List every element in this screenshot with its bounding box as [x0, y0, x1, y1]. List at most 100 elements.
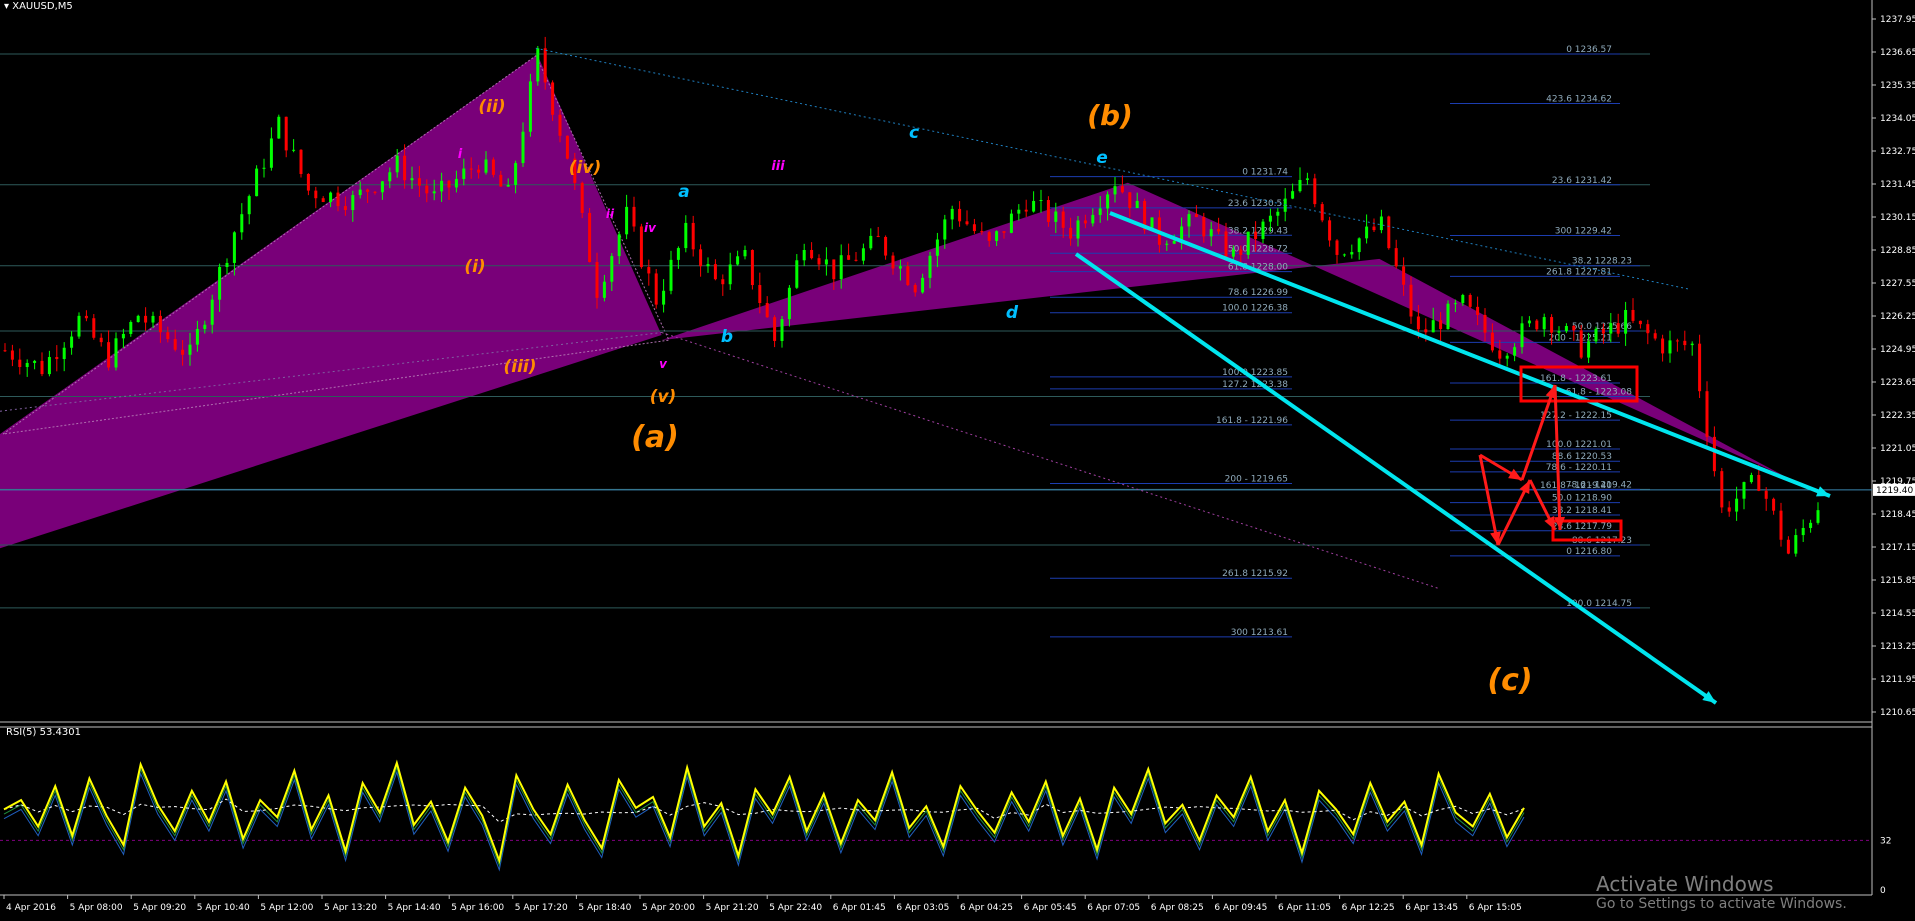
candle-body	[1779, 510, 1783, 540]
candle-body	[662, 290, 666, 305]
candle-body	[373, 191, 377, 193]
price-tick-label: 1236.65	[1880, 48, 1915, 58]
candle-body	[477, 169, 481, 173]
candle-body	[203, 324, 207, 329]
candle-body	[588, 212, 592, 263]
price-tick-label: 1218.45	[1880, 510, 1915, 520]
candle-body	[306, 173, 310, 191]
wave-label: e	[1096, 148, 1108, 168]
candle-body	[1017, 209, 1021, 214]
candle-body	[995, 231, 999, 241]
price-tick-label: 1213.25	[1880, 642, 1915, 652]
candle-body	[40, 360, 44, 375]
candle-body	[1187, 214, 1191, 227]
time-tick-label: 6 Apr 09:45	[1214, 903, 1267, 913]
time-tick-label: 5 Apr 22:40	[769, 903, 822, 913]
candle-body	[1239, 249, 1243, 255]
candle-body	[1505, 355, 1509, 359]
candle-body	[898, 266, 902, 269]
candle-body	[366, 189, 370, 192]
candle-body	[62, 347, 66, 360]
candle-body	[1120, 186, 1124, 193]
candle-body	[1032, 200, 1036, 212]
time-tick-label: 5 Apr 18:40	[578, 903, 631, 913]
candle-body	[1764, 490, 1768, 499]
candle-body	[25, 362, 29, 368]
candle-body	[225, 262, 229, 268]
candle-body	[314, 190, 318, 199]
candle-body	[144, 315, 148, 323]
wave-label: i	[458, 147, 463, 162]
fib-label: 100.0 1226.38	[1222, 304, 1288, 314]
time-tick-label: 6 Apr 08:25	[1151, 903, 1204, 913]
candle-body	[121, 333, 125, 339]
candle-body	[173, 339, 177, 350]
candle-body	[1246, 231, 1250, 255]
candle-body	[336, 192, 340, 207]
candle-body	[773, 317, 777, 341]
time-tick-label: 6 Apr 05:45	[1024, 903, 1077, 913]
candle-body	[410, 178, 414, 181]
candle-body	[1535, 320, 1539, 330]
candle-body	[395, 155, 399, 173]
candle-body	[691, 222, 695, 250]
candle-body	[758, 285, 762, 303]
pattern-trendline	[661, 332, 1441, 590]
candle-body	[1416, 316, 1420, 330]
price-tick-label: 1237.95	[1880, 15, 1915, 25]
price-chart[interactable]: 0 1236.57 423.6 1234.62 23.6 1231.42 0 1231…	[0, 0, 1915, 921]
candle-body	[810, 249, 814, 259]
candle-body	[1735, 498, 1739, 512]
fib-label: 423.6 1234.62	[1546, 95, 1612, 105]
candle-body	[1668, 340, 1672, 354]
wave-label: d	[1006, 303, 1019, 323]
candle-body	[676, 248, 680, 260]
price-tick-label: 1227.55	[1880, 279, 1915, 289]
candle-body	[1098, 208, 1102, 215]
candle-body	[1217, 229, 1221, 232]
time-tick-label: 5 Apr 12:00	[260, 903, 313, 913]
candle-body	[218, 267, 222, 300]
candle-body	[1572, 325, 1576, 331]
wave-label: ii	[606, 207, 615, 221]
candle-body	[780, 319, 784, 341]
fib-label: 100.0 1223.85	[1222, 368, 1288, 378]
wave-label: c	[909, 123, 919, 143]
projection-arrow	[1478, 454, 1500, 546]
candle-body	[928, 255, 932, 278]
candle-body	[669, 259, 673, 291]
candle-body	[1675, 340, 1679, 342]
candle-body	[1476, 306, 1480, 315]
time-tick-label: 5 Apr 08:00	[70, 903, 123, 913]
price-tick-label: 1221.05	[1880, 444, 1915, 454]
candle-body	[210, 299, 214, 325]
candle-body	[151, 315, 155, 323]
candle-body	[1091, 214, 1095, 224]
candle-body	[1298, 179, 1302, 192]
dropdown-icon[interactable]: ▾	[4, 1, 9, 12]
candle-body	[1320, 204, 1324, 221]
activate-windows-title: Activate Windows	[1596, 872, 1774, 896]
candle-body	[1727, 507, 1731, 512]
candle-body	[1601, 328, 1605, 334]
candle-body	[869, 235, 873, 249]
candle-body	[484, 159, 488, 173]
candle-body	[736, 256, 740, 265]
candle-body	[1054, 211, 1058, 222]
candle-body	[506, 184, 510, 187]
candle-body	[935, 239, 939, 256]
fib-label: 127.2 - 1222.15	[1540, 411, 1612, 421]
candle-body	[743, 250, 747, 257]
candle-body	[765, 302, 769, 318]
candle-body	[1365, 226, 1369, 239]
candle-body	[1749, 474, 1753, 483]
candle-body	[188, 344, 192, 355]
candle-body	[1165, 243, 1169, 245]
candle-body	[854, 259, 858, 261]
candle-body	[839, 255, 843, 280]
candle-body	[1313, 178, 1317, 205]
candle-body	[1757, 474, 1761, 491]
candle-body	[861, 248, 865, 261]
candle-body	[647, 267, 651, 274]
price-tick-label: 1214.55	[1880, 609, 1915, 619]
